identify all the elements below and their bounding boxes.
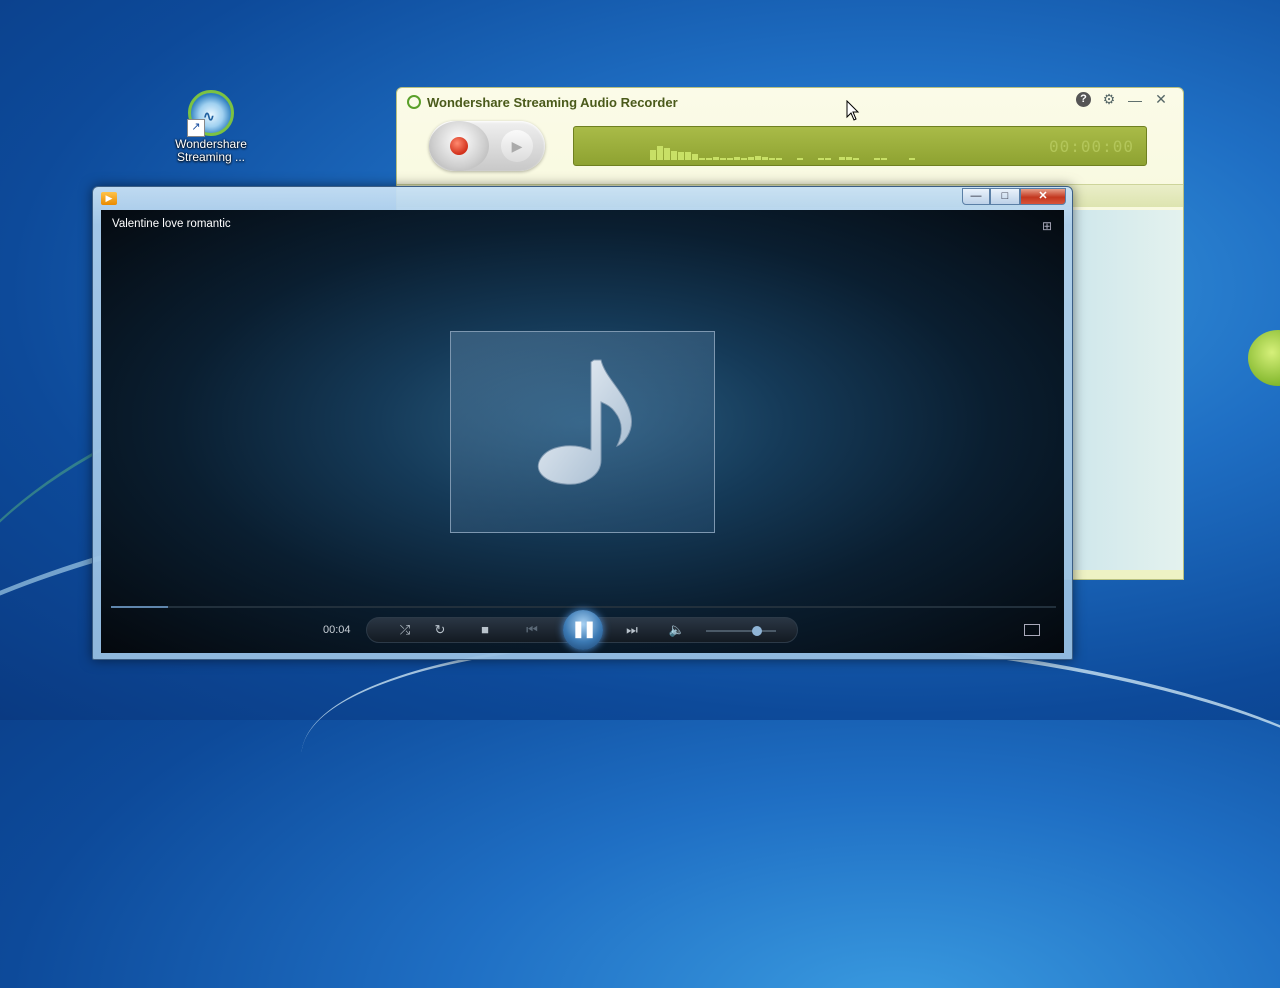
record-icon: [450, 137, 468, 155]
close-button[interactable]: ✕: [1153, 91, 1169, 108]
album-art: [450, 331, 715, 533]
fullscreen-icon[interactable]: [1024, 624, 1040, 636]
level-meter-bar: [769, 158, 775, 160]
stop-icon[interactable]: ■: [475, 622, 495, 637]
level-meter-bar: [671, 151, 677, 160]
music-note-icon: [537, 359, 633, 485]
level-meter-bar: [713, 157, 719, 160]
recorder-transport: ▶: [429, 121, 545, 171]
wallpaper-orb: [1248, 330, 1280, 386]
level-meter-bar: [776, 158, 782, 160]
level-meter-bar: [755, 156, 761, 160]
close-button[interactable]: ✕: [1020, 188, 1066, 205]
level-meter-bar: [874, 158, 880, 160]
play-icon: ▶: [511, 138, 523, 154]
play-button[interactable]: ▶: [501, 130, 533, 162]
level-meter-bar: [881, 158, 887, 160]
recorder-window-controls: ? ⚙ — ✕: [1076, 91, 1169, 108]
repeat-icon[interactable]: ↻: [430, 622, 450, 638]
level-meter-bar: [825, 158, 831, 160]
next-icon[interactable]: ⏭: [617, 622, 647, 638]
previous-icon[interactable]: ⏮: [517, 622, 547, 638]
recorder-title: Wondershare Streaming Audio Recorder: [427, 94, 678, 110]
level-meter-bar: [846, 157, 852, 160]
desktop-shortcut-label: Wondershare Streaming ...: [175, 137, 247, 164]
elapsed-time: 00:04: [323, 624, 351, 636]
seek-progress: [111, 606, 168, 608]
recorder-time: 00:00:00: [1048, 137, 1134, 156]
level-meter-bar: [692, 154, 698, 160]
shortcut-arrow-icon: ↗: [187, 119, 205, 137]
level-meter-bar: [853, 158, 859, 160]
level-meter-bar: [650, 150, 656, 160]
level-meter: [650, 130, 915, 160]
maximize-button[interactable]: □: [990, 188, 1020, 205]
level-meter-bar: [727, 158, 733, 160]
level-meter-bar: [839, 157, 845, 160]
shuffle-icon[interactable]: ⤮: [395, 622, 415, 638]
level-meter-bar: [699, 158, 705, 160]
minimize-button[interactable]: —: [962, 188, 990, 205]
gear-icon[interactable]: ⚙: [1101, 91, 1117, 108]
level-meter-bar: [678, 152, 684, 160]
minimize-button[interactable]: —: [1127, 92, 1143, 108]
recorder-side-panel: [1073, 210, 1183, 570]
level-meter-bar: [762, 157, 768, 160]
volume-slider-thumb[interactable]: [752, 626, 762, 636]
level-meter-bar: [741, 158, 747, 160]
level-meter-bar: [720, 158, 726, 160]
level-meter-bar: [734, 157, 740, 160]
switch-to-library-icon[interactable]: ⊞: [1042, 219, 1052, 233]
media-player-window: ▶ — □ ✕ Valentine love romantic ⊞ 00:04: [92, 186, 1073, 660]
recorder-level-display: 00:00:00: [573, 126, 1147, 166]
now-playing-area: Valentine love romantic ⊞ 00:04 ⤮ ↻ ■ ⏮ …: [101, 210, 1064, 653]
window-caption-buttons: — □ ✕: [962, 188, 1066, 205]
help-icon[interactable]: ?: [1076, 92, 1091, 107]
seek-bar[interactable]: [111, 606, 1056, 608]
level-meter-bar: [706, 158, 712, 160]
volume-slider[interactable]: [706, 630, 776, 632]
recorder-logo-icon: [407, 95, 421, 109]
headphones-icon: ∿ ↗: [187, 90, 234, 137]
record-button[interactable]: [429, 121, 489, 171]
media-player-icon: ▶: [101, 192, 117, 205]
volume-icon[interactable]: 🔈: [667, 622, 687, 638]
level-meter-bar: [909, 158, 915, 160]
desktop-shortcut-wondershare[interactable]: ∿ ↗ Wondershare Streaming ...: [165, 90, 257, 164]
recorder-titlebar: Wondershare Streaming Audio Recorder: [407, 92, 678, 112]
track-title: Valentine love romantic: [112, 218, 231, 230]
mouse-cursor-icon: [846, 100, 860, 121]
level-meter-bar: [748, 157, 754, 160]
level-meter-bar: [797, 158, 803, 160]
level-meter-bar: [664, 148, 670, 160]
level-meter-bar: [818, 158, 824, 160]
level-meter-bar: [685, 152, 691, 160]
pause-button[interactable]: ❚❚: [563, 610, 603, 650]
level-meter-bar: [657, 146, 663, 160]
